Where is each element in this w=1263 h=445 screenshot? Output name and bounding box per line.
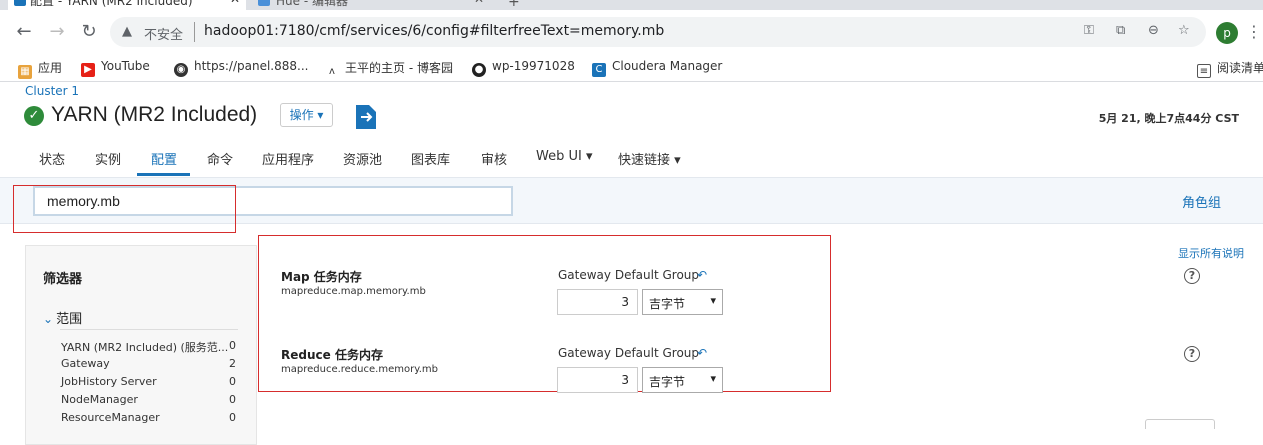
bookmark-youtube[interactable]: ▶ YouTube	[81, 59, 150, 77]
filter-heading: 筛选器	[43, 272, 83, 287]
chevron-down-icon: ▾	[710, 372, 716, 385]
role-group-label: Gateway Default Group	[558, 268, 700, 282]
cloudera-favicon-icon	[14, 0, 26, 6]
tab-audits[interactable]: 审核	[481, 149, 507, 168]
scope-item[interactable]: JobHistory Server 0	[61, 375, 236, 388]
hue-favicon-icon	[258, 0, 270, 6]
bookmark-blog[interactable]: ᴧ 王平的主页 - 博客园	[325, 59, 453, 79]
divider	[194, 22, 195, 42]
actions-dropdown-button[interactable]: 操作 ▾	[280, 103, 333, 127]
profile-avatar[interactable]: p	[1216, 22, 1238, 44]
youtube-icon: ▶	[81, 63, 95, 77]
tab-quick-links[interactable]: 快速链接 ▾	[618, 149, 681, 168]
export-icon[interactable]	[354, 104, 378, 130]
scope-item[interactable]: YARN (MR2 Included) (服务范... 0	[61, 339, 236, 355]
bookmark-star-icon[interactable]: ☆	[1178, 23, 1190, 38]
blog-icon: ᴧ	[325, 65, 339, 79]
bookmark-apps[interactable]: ▦ 应用	[18, 59, 62, 79]
help-icon[interactable]: ?	[1184, 268, 1200, 284]
bookmark-github[interactable]: ● wp-19971028	[472, 59, 575, 77]
reduce-memory-unit-select[interactable]: 吉字节 ▾	[642, 367, 723, 393]
tab-resource-pools[interactable]: 资源池	[343, 149, 382, 168]
filter-sidebar: 筛选器 ⌄ 范围 YARN (MR2 Included) (服务范... 0 Gat…	[25, 245, 257, 445]
bookmark-panel[interactable]: ◉ https://panel.888...	[174, 59, 308, 77]
chevron-down-icon: ⌄	[43, 312, 54, 326]
tab-charts[interactable]: 图表库	[411, 149, 450, 168]
scope-section-toggle[interactable]: ⌄ 范围	[43, 308, 82, 327]
github-icon: ●	[472, 63, 486, 77]
tab-applications[interactable]: 应用程序	[262, 149, 314, 168]
reading-list[interactable]: ≡ 阅读清单	[1197, 59, 1263, 78]
reload-icon[interactable]: ↻	[77, 20, 101, 44]
close-tab-icon[interactable]: ✕	[474, 0, 484, 6]
active-tab-indicator	[137, 173, 190, 176]
scope-item[interactable]: NodeManager 0	[61, 393, 236, 406]
cm-page: Cluster 1 ✓ YARN (MR2 Included) 操作 ▾ 5月 …	[0, 83, 1263, 445]
more-menu-icon[interactable]: ⋮	[1246, 22, 1262, 41]
tab-status[interactable]: 状态	[39, 149, 65, 168]
show-all-descriptions-link[interactable]: 显示所有说明	[1178, 245, 1244, 261]
security-label[interactable]: 不安全	[144, 24, 183, 43]
bookmark-cloudera[interactable]: C Cloudera Manager	[592, 59, 722, 77]
apps-icon: ▦	[18, 65, 32, 79]
scope-item[interactable]: Gateway 2	[61, 357, 236, 370]
role-group-label: Gateway Default Group	[558, 346, 700, 360]
key-icon[interactable]: ⚿	[1084, 23, 1094, 38]
browser-tab-hue[interactable]: Hue - 编辑器 ✕	[252, 0, 490, 10]
undo-icon[interactable]: ↶	[697, 346, 707, 360]
map-memory-input[interactable]: 3	[557, 289, 638, 315]
url-text[interactable]: hadoop01:7180/cmf/services/6/config#filt…	[204, 23, 664, 39]
property-name: Map 任务内存	[281, 270, 362, 284]
save-button[interactable]	[1145, 419, 1215, 429]
divider	[60, 329, 238, 330]
tab-title: 配置 - YARN (MR2 Included)	[30, 0, 193, 8]
tab-web-ui[interactable]: Web UI ▾	[536, 149, 593, 164]
health-check-icon: ✓	[24, 106, 44, 126]
reading-list-icon: ≡	[1197, 64, 1211, 78]
property-name: Reduce 任务内存	[281, 348, 383, 362]
undo-icon[interactable]: ↶	[697, 268, 707, 282]
chevron-down-icon: ▾	[710, 294, 716, 307]
map-memory-unit-select[interactable]: 吉字节 ▾	[642, 289, 723, 315]
translate-icon[interactable]: ⧉	[1116, 23, 1125, 38]
new-tab-icon[interactable]: +	[508, 0, 520, 10]
timestamp: 5月 21, 晚上7点44分 CST	[1098, 112, 1239, 125]
tab-instances[interactable]: 实例	[95, 149, 121, 168]
help-icon[interactable]: ?	[1184, 346, 1200, 362]
reduce-memory-input[interactable]: 3	[557, 367, 638, 393]
highlight-box	[13, 185, 236, 233]
zoom-icon[interactable]: ⊖	[1148, 23, 1159, 38]
property-key: mapreduce.map.memory.mb	[281, 286, 426, 297]
role-group-link[interactable]: 角色组	[1182, 192, 1221, 211]
address-bar[interactable]: ▲ 不安全 hadoop01:7180/cmf/services/6/confi…	[110, 17, 1206, 47]
page-title: YARN (MR2 Included)	[51, 103, 258, 126]
browser-toolbar: ← → ↻ ▲ 不安全 hadoop01:7180/cmf/services/6…	[0, 10, 1263, 54]
tab-commands[interactable]: 命令	[207, 149, 233, 168]
warning-icon: ▲	[122, 24, 132, 39]
scope-item[interactable]: ResourceManager 0	[61, 411, 236, 424]
close-tab-icon[interactable]: ✕	[230, 0, 240, 6]
browser-tab-config[interactable]: 配置 - YARN (MR2 Included) ✕	[8, 0, 246, 10]
tab-title: Hue - 编辑器	[276, 0, 348, 8]
bookmarks-bar: ▦ 应用 ▶ YouTube ◉ https://panel.888... ᴧ 王平的主…	[0, 54, 1263, 82]
tab-configuration[interactable]: 配置	[151, 149, 177, 168]
forward-arrow-icon[interactable]: →	[45, 20, 69, 44]
globe-icon: ◉	[174, 63, 188, 77]
property-key: mapreduce.reduce.memory.mb	[281, 364, 438, 375]
cloudera-icon: C	[592, 63, 606, 77]
back-arrow-icon[interactable]: ←	[12, 20, 36, 44]
breadcrumb[interactable]: Cluster 1	[25, 84, 79, 98]
browser-tab-strip: 配置 - YARN (MR2 Included) ✕ Hue - 编辑器 ✕ +	[0, 0, 1263, 10]
